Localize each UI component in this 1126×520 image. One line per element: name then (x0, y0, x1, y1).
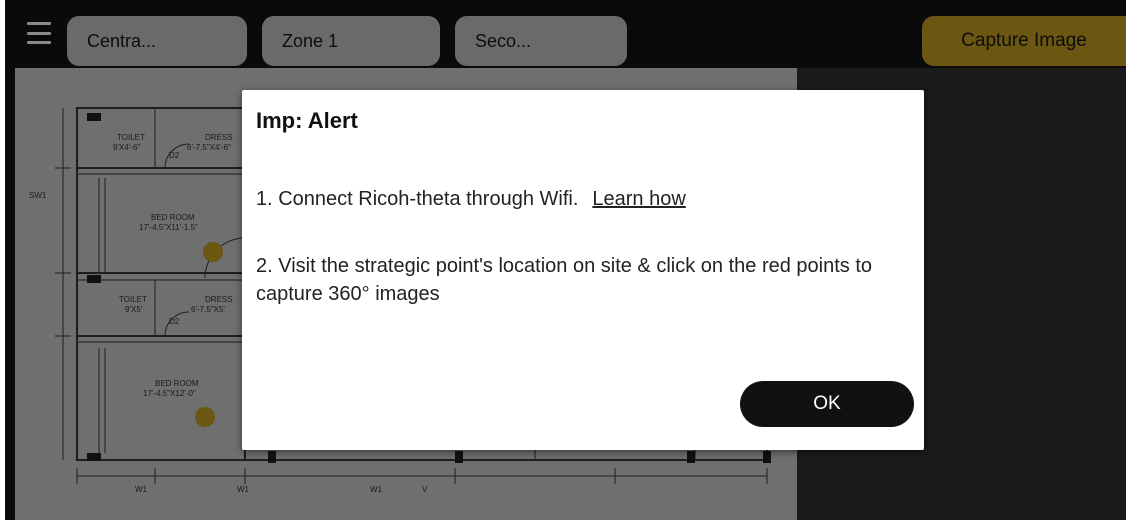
window-label: W1 (237, 485, 250, 494)
floor-dropdown[interactable]: Seco... (455, 16, 627, 66)
zone-dropdown[interactable]: Zone 1 (262, 16, 440, 66)
room-size: 9'X4'-6" (113, 143, 140, 152)
learn-how-link[interactable]: Learn how (592, 188, 685, 210)
room-size: 6'-7.5"X4'-6" (187, 143, 231, 152)
ok-button[interactable]: OK (740, 381, 914, 427)
room-label: TOILET (119, 295, 147, 304)
capture-point-marker[interactable] (203, 242, 223, 262)
column (455, 451, 463, 463)
room-label: BED ROOM (155, 379, 199, 388)
app-screen: Centra... Zone 1 Seco... Capture Image T… (5, 0, 1126, 520)
window-label: W1 (135, 485, 148, 494)
column (87, 113, 101, 121)
top-toolbar: Centra... Zone 1 Seco... Capture Image (5, 0, 1126, 68)
door-label: D2 (169, 151, 180, 160)
hamburger-menu-icon[interactable] (27, 22, 51, 44)
window-label: W1 (370, 485, 383, 494)
room-size: 17'-4.5"X11'-1.5" (139, 223, 198, 232)
room-label: BED ROOM (151, 213, 195, 222)
column (87, 453, 101, 461)
room-label: DRESS (205, 295, 233, 304)
sliding-window-label: SW1 (29, 191, 47, 200)
step-1-text: 1. Connect Ricoh-theta through Wifi. (256, 188, 579, 210)
menu-bar (27, 41, 51, 44)
room-size: 6'-7.5"X5' (191, 305, 225, 314)
column (763, 451, 771, 463)
room-size: 17'-4.5"X12'-0" (143, 389, 196, 398)
room-label: TOILET (117, 133, 145, 142)
alert-dialog: Imp: Alert 1. Connect Ricoh-theta throug… (242, 90, 924, 450)
instruction-step-2: 2. Visit the strategic point's location … (256, 255, 873, 305)
door-label: D2 (169, 317, 180, 326)
ventilator-label: V (422, 485, 428, 494)
room-size: 9'X5' (125, 305, 143, 314)
building-dropdown[interactable]: Centra... (67, 16, 247, 66)
zone-dropdown-label: Zone 1 (282, 30, 339, 51)
capture-image-label: Capture Image (961, 30, 1087, 51)
room-label: DRESS (205, 133, 233, 142)
dialog-title: Imp: Alert (256, 108, 358, 133)
capture-point-marker[interactable] (195, 407, 215, 427)
building-dropdown-label: Centra... (87, 30, 157, 51)
ok-button-label: OK (813, 393, 841, 414)
menu-bar (27, 31, 51, 35)
capture-image-button[interactable]: Capture Image (922, 16, 1126, 66)
floor-dropdown-label: Seco... (475, 30, 532, 51)
column (268, 451, 276, 463)
instruction-step-1: 1. Connect Ricoh-theta through Wifi. Lear… (256, 188, 686, 211)
column (687, 451, 695, 463)
column (87, 275, 101, 283)
menu-bar (27, 22, 51, 25)
